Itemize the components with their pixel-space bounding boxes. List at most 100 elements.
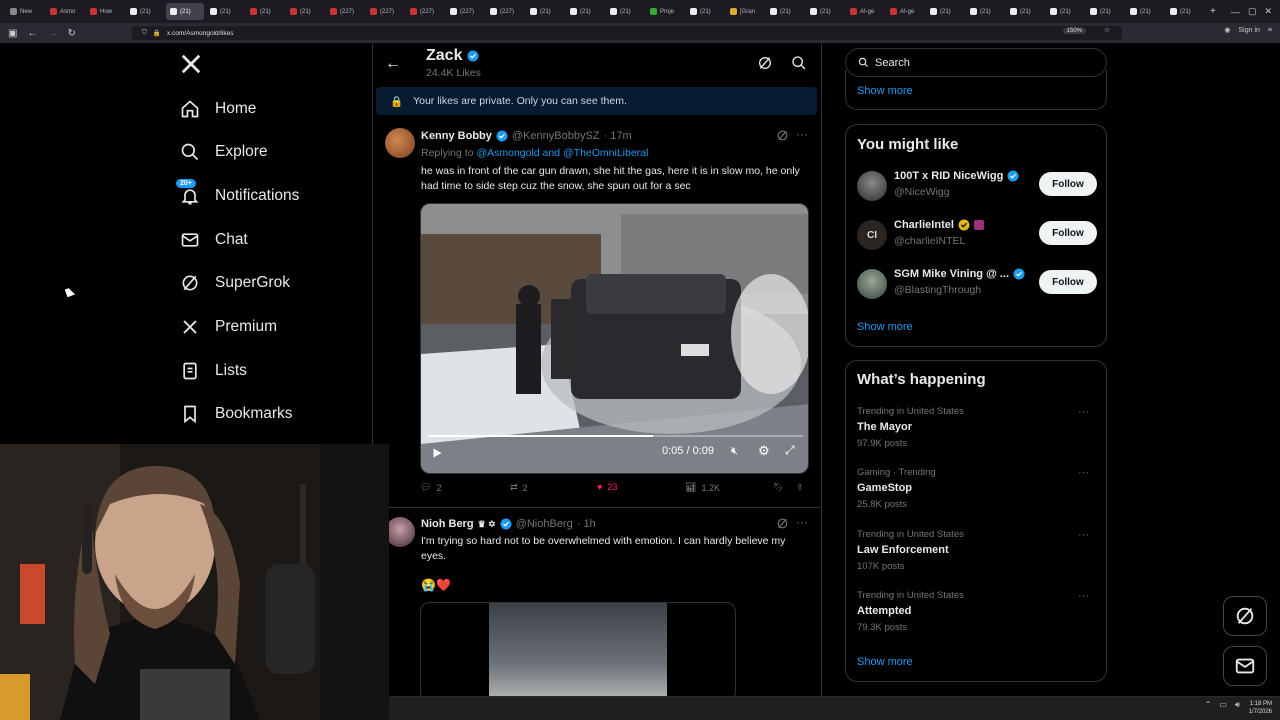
views-button[interactable]: 📊︎ 1.2K [685, 482, 720, 493]
star-icon[interactable]: ☆ [1104, 26, 1110, 34]
more-options-icon[interactable]: ··· [796, 515, 808, 529]
suggestion-item[interactable]: SGM Mike Vining @ ... @BlastingThrough F… [857, 267, 1097, 303]
avatar[interactable] [385, 128, 415, 158]
browser-tab[interactable]: (227) [446, 3, 484, 20]
browser-tab[interactable]: (21) [686, 3, 724, 20]
reply-button[interactable]: 💬︎ 2 [420, 482, 441, 493]
browser-tab[interactable]: (21) [766, 3, 804, 20]
tweet-author-name[interactable]: Kenny Bobby [421, 130, 492, 142]
like-button[interactable]: ♥ 23 [597, 482, 617, 492]
browser-tab[interactable]: (21) [246, 3, 284, 20]
settings-icon[interactable]: ⚙ [758, 443, 770, 459]
bookmark-button[interactable]: 🔖︎ [773, 482, 784, 493]
avatar[interactable] [857, 269, 887, 299]
browser-tab[interactable]: (227) [326, 3, 364, 20]
maximize-button[interactable]: ▢ [1248, 6, 1257, 17]
browser-tab[interactable]: (21) [526, 3, 564, 20]
browser-tab[interactable]: (21) [286, 3, 324, 20]
browser-tab[interactable]: (21) [926, 3, 964, 20]
browser-tab[interactable]: (21) [1086, 3, 1124, 20]
follow-button[interactable]: Follow [1039, 221, 1097, 245]
more-options-icon[interactable]: ··· [1078, 467, 1089, 479]
browser-tab[interactable]: (227) [486, 3, 524, 20]
close-window-button[interactable]: ✕ [1264, 6, 1272, 17]
video-progress-track[interactable] [428, 435, 803, 437]
volume-icon[interactable]: 🔊︎ [1235, 700, 1240, 710]
zoom-badge[interactable]: 150% [1062, 28, 1086, 34]
tweet-time[interactable]: · 1h [577, 518, 596, 530]
back-nav-button[interactable]: ← [27, 28, 37, 39]
browser-tab[interactable]: Asmo [46, 3, 84, 20]
grok-fab-button[interactable] [1223, 596, 1267, 636]
browser-tab[interactable]: How [86, 3, 124, 20]
browser-tab[interactable]: AI-ge [886, 3, 924, 20]
more-options-icon[interactable]: ··· [1078, 529, 1089, 541]
mute-icon[interactable]: 🔇︎ [731, 445, 738, 458]
browser-tab[interactable]: AI-ge [846, 3, 884, 20]
url-field[interactable]: ⛉ 🔒 x.com/Asmongold/likes 150% ☆ [132, 26, 1122, 40]
avatar[interactable] [385, 517, 415, 547]
reply-to-links[interactable]: @Asmongold and @TheOmniLiberal [476, 147, 648, 159]
show-more-link[interactable]: Show more [857, 85, 913, 97]
more-options-icon[interactable]: ··· [796, 127, 808, 141]
browser-tab[interactable]: [Gran [726, 3, 764, 20]
sidebar-toggle-icon[interactable]: ▣ [8, 28, 17, 39]
suggestion-item[interactable]: CI CharlieIntel @charlieINTEL Follow [857, 218, 1097, 254]
tweet-time[interactable]: · 17m [604, 130, 632, 142]
follow-button[interactable]: Follow [1039, 172, 1097, 196]
avatar[interactable] [857, 171, 887, 201]
trend-item[interactable]: Trending in United States The Mayor 97.9… [857, 406, 1097, 456]
browser-tab[interactable]: (21) [966, 3, 1004, 20]
browser-tab[interactable]: (21) [166, 3, 204, 20]
grok-icon[interactable] [776, 129, 789, 147]
follow-button[interactable]: Follow [1039, 270, 1097, 294]
nav-item-explore[interactable]: Explore [175, 138, 268, 166]
browser-tab[interactable]: (21) [566, 3, 604, 20]
browser-tab[interactable]: (21) [606, 3, 644, 20]
share-button[interactable]: ⇪ [796, 482, 804, 493]
new-tab-button[interactable]: + [1210, 6, 1216, 17]
tweet-handle[interactable]: @NiohBerg [516, 518, 573, 530]
browser-tab[interactable]: New [6, 3, 44, 20]
chevron-up-icon[interactable]: ⌃ [1205, 700, 1212, 710]
avatar[interactable]: CI [857, 220, 887, 250]
browser-tab[interactable]: (227) [366, 3, 404, 20]
search-icon[interactable] [791, 55, 807, 71]
reload-button[interactable]: ↻ [67, 28, 75, 39]
tweet-author-name[interactable]: Nioh Berg [421, 518, 474, 530]
more-options-icon[interactable]: ··· [1078, 590, 1089, 602]
browser-tab[interactable]: (227) [406, 3, 444, 20]
browser-tab[interactable]: (21) [1126, 3, 1164, 20]
browser-tab[interactable]: (21) [1046, 3, 1084, 20]
forward-nav-button[interactable]: → [47, 28, 57, 39]
video-player[interactable]: 0:05 / 0:09 🔇︎ ⚙ ⤢ [420, 203, 809, 474]
nav-item-bookmarks[interactable]: Bookmarks [175, 400, 293, 428]
nav-item-notifications[interactable]: 20+ Notifications [175, 178, 299, 210]
minimize-button[interactable]: — [1231, 7, 1240, 17]
more-options-icon[interactable]: ··· [1078, 406, 1089, 418]
back-arrow-icon[interactable]: ← [385, 55, 401, 73]
tweet-media[interactable] [420, 602, 736, 702]
trend-item[interactable]: Trending in United States Attempted 79.3… [857, 590, 1097, 640]
grok-icon[interactable] [776, 517, 789, 535]
sign-in-link[interactable]: Sign in [1239, 27, 1260, 34]
suggestion-item[interactable]: 100T x RID NiceWigg @NiceWigg Follow [857, 169, 1097, 205]
grok-icon[interactable] [757, 55, 773, 71]
messages-fab-button[interactable] [1223, 646, 1267, 686]
browser-tab[interactable]: (21) [206, 3, 244, 20]
trend-item[interactable]: Gaming · Trending GameStop 25.8K posts ·… [857, 467, 1097, 517]
show-more-link[interactable]: Show more [857, 656, 913, 668]
browser-tab[interactable]: (21) [126, 3, 164, 20]
fullscreen-icon[interactable]: ⤢ [785, 443, 795, 458]
account-icon[interactable]: ◉ [1224, 26, 1230, 34]
nav-item-chat[interactable]: Chat [175, 226, 248, 254]
network-icon[interactable]: ▭ [1219, 700, 1227, 710]
nav-item-lists[interactable]: Lists [175, 357, 247, 385]
browser-tab[interactable]: (21) [1006, 3, 1044, 20]
clock[interactable]: 1:18 PM 1/7/2026 [1249, 700, 1272, 716]
nav-item-home[interactable]: Home [175, 95, 256, 123]
nav-item-premium[interactable]: Premium [175, 313, 277, 341]
browser-tab[interactable]: Proje [646, 3, 684, 20]
browser-tab[interactable]: (21) [806, 3, 844, 20]
play-icon[interactable] [431, 446, 443, 464]
